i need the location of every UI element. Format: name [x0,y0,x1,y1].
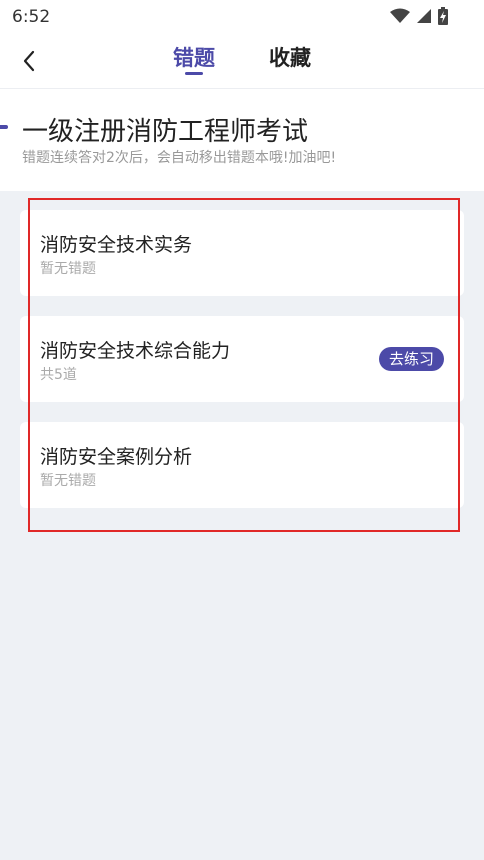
status-icons [390,7,448,25]
subject-status: 共5道 [40,367,77,383]
subject-card-case-analysis[interactable]: 消防安全案例分析 暂无错题 [20,422,464,508]
subject-status: 暂无错题 [40,261,96,277]
status-bar: 6:52 [0,0,484,34]
subject-status: 暂无错题 [40,473,96,489]
battery-icon [438,7,448,25]
subject-name: 消防安全案例分析 [40,446,193,468]
active-tab-indicator [185,72,203,75]
chevron-left-icon [23,50,35,72]
exam-header: 一级注册消防工程师考试 错题连续答对2次后，会自动移出错题本哦!加油吧! [0,88,484,191]
signal-icon [417,9,431,23]
exam-title: 一级注册消防工程师考试 [22,117,309,147]
practice-button[interactable]: 去练习 [378,347,444,371]
subject-name: 消防安全技术实务 [40,234,193,256]
tab-wrong-questions[interactable]: 错题 [173,42,215,72]
subject-card-practice[interactable]: 消防安全技术实务 暂无错题 [20,210,464,296]
tab-favorites[interactable]: 收藏 [269,42,311,72]
back-button[interactable] [14,46,44,76]
subject-card-comprehensive[interactable]: 消防安全技术综合能力 共5道 去练习 [20,316,464,402]
status-time: 6:52 [12,7,51,27]
exam-subtitle: 错题连续答对2次后，会自动移出错题本哦!加油吧! [22,150,337,166]
wifi-icon [390,8,410,23]
top-nav: 错题 收藏 [0,34,484,88]
subject-name: 消防安全技术综合能力 [40,340,231,362]
header-accent-bar [0,125,8,129]
